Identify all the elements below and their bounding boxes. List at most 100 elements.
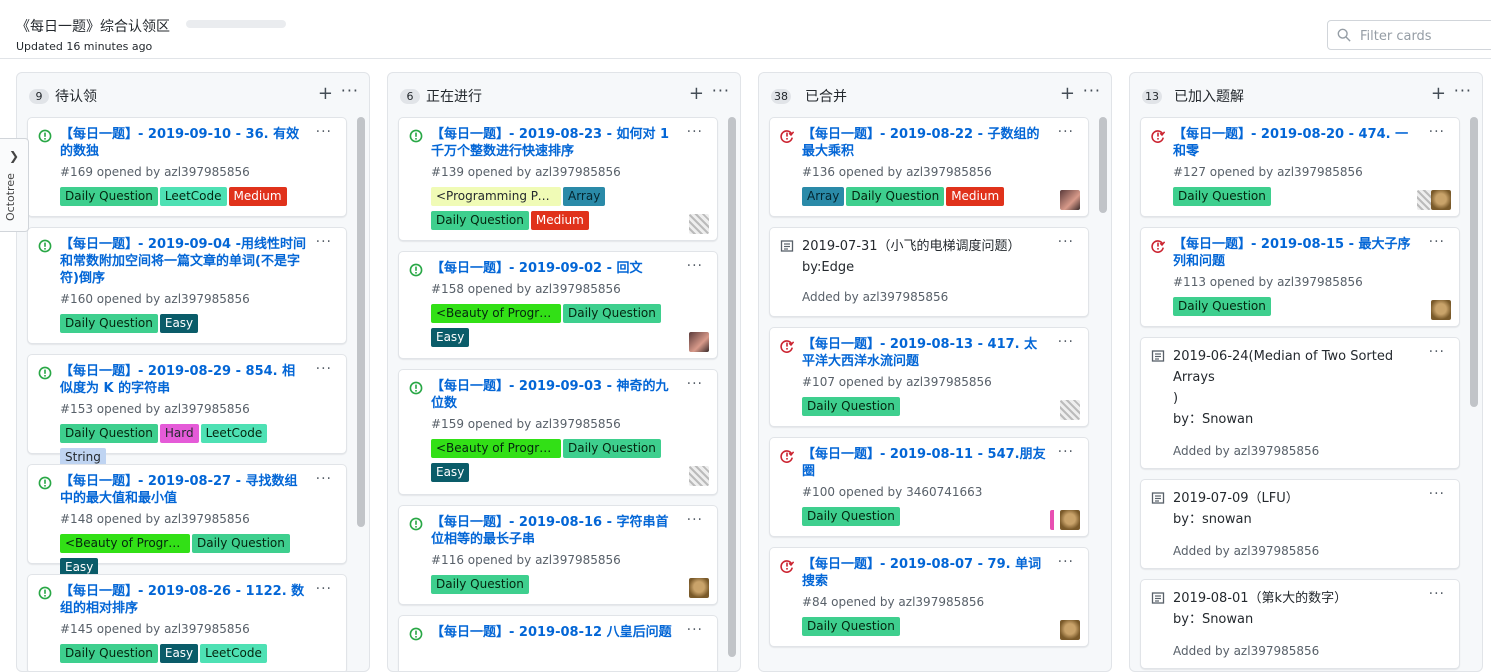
- label-beauty-of-programming[interactable]: <Beauty of Progra…: [431, 439, 561, 458]
- issue-card[interactable]: 【每日一题】- 2019-08-23 - 如何对 1 千万个整数进行快速排序 ·…: [398, 117, 718, 241]
- label-daily-question[interactable]: Daily Question: [1173, 297, 1271, 316]
- label-daily-question[interactable]: Daily Question: [192, 534, 290, 553]
- label-hard[interactable]: Hard: [159, 424, 199, 443]
- card-title-link[interactable]: 【每日一题】- 2019-08-27 - 寻找数组中的最大值和最小值: [60, 473, 306, 507]
- label-beauty-of-programming[interactable]: <Beauty of Progra…: [60, 534, 190, 553]
- label-easy[interactable]: Easy: [431, 463, 470, 482]
- label-easy[interactable]: Easy: [431, 328, 470, 347]
- column-scrollbar[interactable]: [1470, 117, 1478, 407]
- issue-card[interactable]: 【每日一题】- 2019-09-03 - 神奇的九位数 ··· #159 ope…: [398, 369, 718, 495]
- card-menu-button[interactable]: ···: [1429, 586, 1445, 602]
- note-card[interactable]: 2019-07-31（小飞的电梯调度问题） by:Edge ··· Added …: [769, 227, 1089, 317]
- card-menu-button[interactable]: ···: [1429, 344, 1445, 360]
- label-daily-question[interactable]: Daily Question: [802, 507, 900, 526]
- label-daily-question[interactable]: Daily Question: [846, 187, 945, 206]
- add-card-button[interactable]: +: [318, 83, 333, 104]
- label-beauty-of-programming[interactable]: <Beauty of Progra…: [431, 304, 561, 323]
- add-card-button[interactable]: +: [1060, 83, 1075, 104]
- label-daily-question[interactable]: Daily Question: [60, 644, 158, 663]
- label-daily-question[interactable]: Daily Question: [802, 397, 900, 416]
- card-title-link[interactable]: 【每日一题】- 2019-08-11 - 547.朋友圈: [802, 446, 1048, 480]
- filter-cards-box[interactable]: [1327, 20, 1491, 50]
- assignee-avatar[interactable]: [1060, 400, 1080, 420]
- card-menu-button[interactable]: ···: [1058, 234, 1074, 250]
- note-card[interactable]: 2019-07-09（LFU） by：snowan ··· Added by a…: [1140, 479, 1460, 569]
- label-leetcode[interactable]: LeetCode: [200, 424, 268, 443]
- card-title-link[interactable]: 【每日一题】- 2019-08-22 - 子数组的最大乘积: [802, 126, 1048, 160]
- issue-card[interactable]: 【每日一题】- 2019-08-20 - 474. 一和零 ··· #127 o…: [1140, 117, 1460, 217]
- column-scrollbar[interactable]: [1099, 117, 1107, 213]
- label-easy[interactable]: Easy: [159, 314, 199, 333]
- card-title-link[interactable]: 【每日一题】- 2019-08-23 - 如何对 1 千万个整数进行快速排序: [431, 126, 677, 160]
- issue-card[interactable]: 【每日一题】- 2019-08-11 - 547.朋友圈 ··· #100 op…: [769, 437, 1089, 537]
- issue-card[interactable]: 【每日一题】- 2019-08-16 - 字符串首位相等的最长子串 ··· #1…: [398, 505, 718, 605]
- assignee-avatar[interactable]: [1431, 300, 1451, 320]
- card-menu-button[interactable]: ···: [1058, 124, 1074, 140]
- column-menu-button[interactable]: ···: [1083, 81, 1101, 100]
- label-programming-pearls[interactable]: <Programming Pea…: [431, 187, 561, 206]
- card-menu-button[interactable]: ···: [1429, 234, 1445, 250]
- issue-card[interactable]: 【每日一题】- 2019-08-26 - 1122. 数组的相对排序 ··· #…: [27, 574, 347, 671]
- label-medium[interactable]: Medium: [228, 187, 287, 206]
- column-scrollbar[interactable]: [728, 117, 736, 657]
- assignee-avatar[interactable]: [689, 214, 709, 234]
- issue-card[interactable]: 【每日一题】- 2019-09-10 - 36. 有效的数独 ··· #169 …: [27, 117, 347, 217]
- card-menu-button[interactable]: ···: [1058, 444, 1074, 460]
- card-menu-button[interactable]: ···: [316, 234, 332, 250]
- label-array[interactable]: Array: [563, 187, 606, 206]
- label-daily-question[interactable]: Daily Question: [60, 187, 158, 206]
- label-daily-question[interactable]: Daily Question: [431, 575, 529, 594]
- card-title-link[interactable]: 【每日一题】- 2019-08-20 - 474. 一和零: [1173, 126, 1419, 160]
- label-leetcode[interactable]: LeetCode: [200, 644, 267, 663]
- card-menu-button[interactable]: ···: [1429, 486, 1445, 502]
- label-leetcode[interactable]: LeetCode: [159, 187, 227, 206]
- card-title-link[interactable]: 【每日一题】- 2019-09-04 -用线性时间和常数附加空间将一篇文章的单词…: [60, 236, 306, 287]
- card-menu-button[interactable]: ···: [316, 361, 332, 377]
- card-menu-button[interactable]: ···: [1429, 124, 1445, 140]
- assignee-avatar-secondary[interactable]: [1417, 190, 1431, 210]
- assignee-avatar[interactable]: [1060, 620, 1080, 640]
- assignee-avatar[interactable]: [689, 332, 709, 352]
- card-menu-button[interactable]: ···: [687, 512, 703, 528]
- issue-card[interactable]: 【每日一题】- 2019-09-04 -用线性时间和常数附加空间将一篇文章的单词…: [27, 227, 347, 344]
- card-menu-button[interactable]: ···: [316, 124, 332, 140]
- filter-cards-input[interactable]: [1358, 25, 1491, 47]
- add-card-button[interactable]: +: [1431, 83, 1446, 104]
- add-card-button[interactable]: +: [689, 83, 704, 104]
- card-title-link[interactable]: 【每日一题】- 2019-08-16 - 字符串首位相等的最长子串: [431, 514, 677, 548]
- label-daily-question[interactable]: Daily Question: [563, 439, 661, 458]
- issue-card[interactable]: 【每日一题】- 2019-09-02 - 回文 ··· #158 opened …: [398, 251, 718, 359]
- issue-card[interactable]: 【每日一题】- 2019-08-29 - 854. 相似度为 K 的字符串 ··…: [27, 354, 347, 467]
- card-title-link[interactable]: 【每日一题】- 2019-09-02 - 回文: [431, 260, 677, 277]
- octotree-toggle[interactable]: ❯ Octotree: [0, 138, 29, 232]
- card-title-link[interactable]: 【每日一题】- 2019-08-29 - 854. 相似度为 K 的字符串: [60, 363, 306, 397]
- assignee-avatar[interactable]: [1060, 510, 1080, 530]
- card-title-link[interactable]: 【每日一题】- 2019-08-07 - 79. 单词搜索: [802, 556, 1048, 590]
- assignee-avatar-secondary[interactable]: [1050, 510, 1058, 530]
- label-array[interactable]: Array: [802, 187, 845, 206]
- issue-card[interactable]: 【每日一题】- 2019-08-13 - 417. 太平洋大西洋水流问题 ···…: [769, 327, 1089, 427]
- column-menu-button[interactable]: ···: [712, 81, 730, 100]
- issue-card[interactable]: 【每日一题】- 2019-08-22 - 子数组的最大乘积 ··· #136 o…: [769, 117, 1089, 217]
- card-title-link[interactable]: 【每日一题】- 2019-08-13 - 417. 太平洋大西洋水流问题: [802, 336, 1048, 370]
- issue-card[interactable]: 【每日一题】- 2019-08-12 八皇后问题 ···: [398, 615, 718, 671]
- card-title-link[interactable]: 【每日一题】- 2019-09-10 - 36. 有效的数独: [60, 126, 306, 160]
- issue-card[interactable]: 【每日一题】- 2019-08-27 - 寻找数组中的最大值和最小值 ··· #…: [27, 464, 347, 577]
- column-scrollbar[interactable]: [357, 117, 365, 527]
- card-title-link[interactable]: 【每日一题】- 2019-08-12 八皇后问题: [431, 624, 677, 641]
- card-menu-button[interactable]: ···: [316, 581, 332, 597]
- label-easy[interactable]: Easy: [159, 644, 199, 663]
- assignee-avatar[interactable]: [1431, 190, 1451, 210]
- card-title-link[interactable]: 【每日一题】- 2019-09-03 - 神奇的九位数: [431, 378, 677, 412]
- card-menu-button[interactable]: ···: [687, 376, 703, 392]
- label-daily-question[interactable]: Daily Question: [563, 304, 661, 323]
- column-menu-button[interactable]: ···: [1454, 81, 1472, 100]
- card-menu-button[interactable]: ···: [687, 258, 703, 274]
- label-daily-question[interactable]: Daily Question: [1173, 187, 1271, 206]
- issue-card[interactable]: 【每日一题】- 2019-08-07 - 79. 单词搜索 ··· #84 op…: [769, 547, 1089, 647]
- card-title-link[interactable]: 【每日一题】- 2019-08-26 - 1122. 数组的相对排序: [60, 583, 306, 617]
- card-menu-button[interactable]: ···: [687, 622, 703, 638]
- label-medium[interactable]: Medium: [946, 187, 1005, 206]
- card-menu-button[interactable]: ···: [1058, 554, 1074, 570]
- note-card[interactable]: 2019-06-24(Median of Two Sorted Arrays )…: [1140, 337, 1460, 469]
